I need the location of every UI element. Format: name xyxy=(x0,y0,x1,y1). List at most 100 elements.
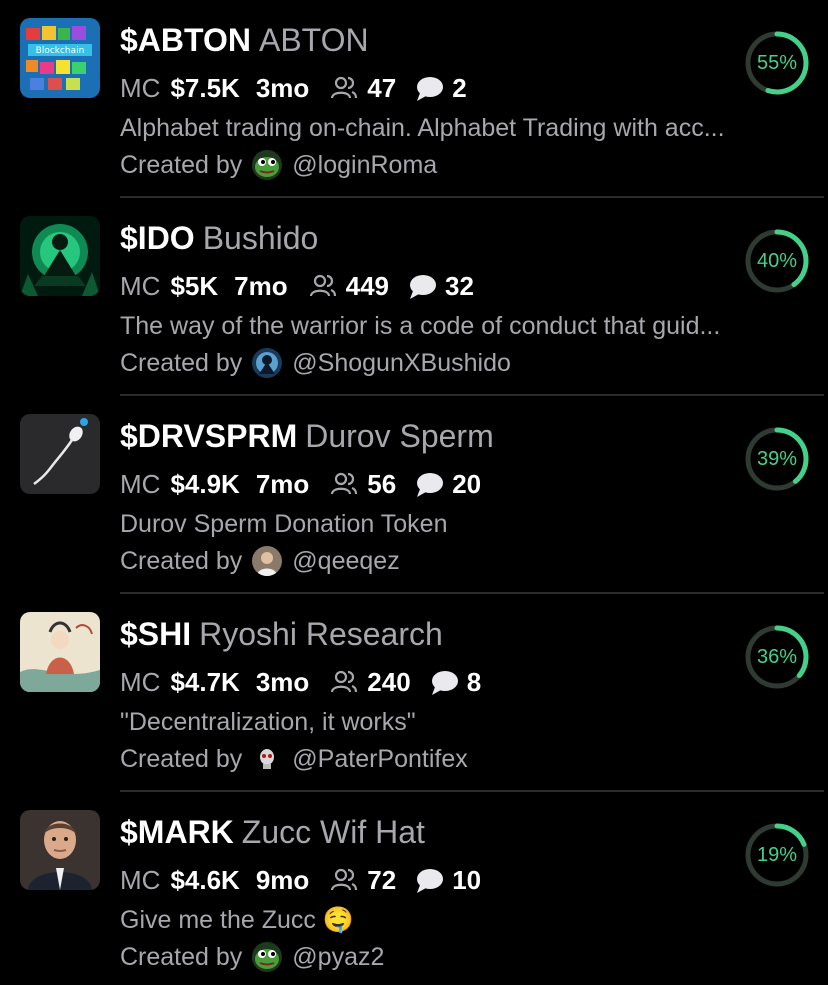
token-stats: MC $4.9K 7mo 56 20 xyxy=(120,466,481,502)
market-cap-value: $7.5K xyxy=(170,73,240,103)
token-description: The way of the warrior is a code of cond… xyxy=(120,312,721,340)
token-ticker[interactable]: $DRVSPRM xyxy=(120,418,297,454)
token-description: Alphabet trading on-chain. Alphabet Trad… xyxy=(120,114,725,142)
bonding-progress-ring: 55% xyxy=(744,30,810,96)
creator-line: Created by @PaterPontifex xyxy=(120,741,468,777)
holders-icon xyxy=(308,271,338,301)
market-cap-value: $4.6K xyxy=(170,865,240,895)
market-cap-label: MC xyxy=(120,865,161,895)
market-cap-value: $4.7K xyxy=(170,667,240,697)
token-description: "Decentralization, it works" xyxy=(120,708,416,736)
samurai-avatar xyxy=(252,348,283,378)
skull-avatar xyxy=(252,744,283,774)
token-stats: MC $7.5K 3mo 47 2 xyxy=(120,70,467,106)
bonding-progress-ring: 40% xyxy=(744,228,810,294)
bonding-progress-label: 40% xyxy=(756,250,798,272)
comment-icon xyxy=(407,271,437,301)
token-ticker[interactable]: $ABTON xyxy=(120,22,251,58)
creator-handle[interactable]: @qeeqez xyxy=(292,543,399,579)
created-by-label: Created by xyxy=(120,349,243,377)
bonding-progress-label: 55% xyxy=(756,52,798,74)
comment-count: 20 xyxy=(452,469,482,499)
token-title: $ABTON ABTON xyxy=(120,20,369,60)
created-by-label: Created by xyxy=(120,547,243,575)
token-row[interactable]: $MARK Zucc Wif Hat MC $4.6K 9mo 72 10 Giv… xyxy=(0,792,828,985)
token-stats: MC $4.6K 9mo 72 10 xyxy=(120,862,481,898)
token-age: 7mo xyxy=(255,469,310,499)
holders-icon xyxy=(329,469,359,499)
token-name: Durov Sperm xyxy=(305,418,494,454)
token-name: Ryoshi Research xyxy=(199,616,443,652)
pepe-frog-avatar xyxy=(252,150,283,180)
creator-handle[interactable]: @PaterPontifex xyxy=(292,741,467,777)
sperm-icon xyxy=(20,414,100,494)
token-name: Zucc Wif Hat xyxy=(241,814,425,850)
creator-line: Created by @loginRoma xyxy=(120,147,437,183)
zuckerberg-photo-icon xyxy=(20,810,100,890)
bonding-progress-ring: 39% xyxy=(744,426,810,492)
market-cap-label: MC xyxy=(120,469,161,499)
created-by-label: Created by xyxy=(120,151,243,179)
market-cap-label: MC xyxy=(120,271,161,301)
pepe-frog-avatar xyxy=(252,942,283,972)
creator-handle[interactable]: @loginRoma xyxy=(292,147,437,183)
creator-line: Created by @ShogunXBushido xyxy=(120,345,511,381)
created-by-label: Created by xyxy=(120,745,243,773)
bonding-progress-ring: 36% xyxy=(744,624,810,690)
comment-icon xyxy=(429,667,459,697)
bonding-progress-label: 36% xyxy=(756,646,798,668)
creator-line: Created by @qeeqez xyxy=(120,543,400,579)
token-age: 3mo xyxy=(255,667,310,697)
market-cap-label: MC xyxy=(120,73,161,103)
market-cap-value: $4.9K xyxy=(170,469,240,499)
token-name: Bushido xyxy=(202,220,319,256)
comment-icon xyxy=(414,469,444,499)
holders-icon xyxy=(329,865,359,895)
token-row[interactable]: Blockchain $ABTON ABTON MC $7.5K 3mo 47 2… xyxy=(0,0,828,198)
token-description: Durov Sperm Donation Token xyxy=(120,510,448,538)
token-name: ABTON xyxy=(258,22,369,58)
token-description: Give me the Zucc 🤤 xyxy=(120,906,354,934)
token-ticker[interactable]: $SHI xyxy=(120,616,191,652)
token-title: $DRVSPRM Durov Sperm xyxy=(120,416,494,456)
token-title: $MARK Zucc Wif Hat xyxy=(120,812,425,852)
token-stats: MC $5K 7mo 449 32 xyxy=(120,268,474,304)
token-age: 9mo xyxy=(255,865,310,895)
holders-count: 56 xyxy=(367,469,397,499)
person-avatar xyxy=(252,546,283,576)
comment-count: 10 xyxy=(452,865,482,895)
holders-count: 72 xyxy=(367,865,397,895)
japanese-painting-icon xyxy=(20,612,100,692)
created-by-label: Created by xyxy=(120,943,243,971)
token-stats: MC $4.7K 3mo 240 8 xyxy=(120,664,481,700)
token-title: $IDO Bushido xyxy=(120,218,318,258)
holders-icon xyxy=(329,73,359,103)
token-row[interactable]: $IDO Bushido MC $5K 7mo 449 32 The way of… xyxy=(0,198,828,396)
token-row[interactable]: $DRVSPRM Durov Sperm MC $4.9K 7mo 56 20 D… xyxy=(0,396,828,594)
blockchain-letters-icon: Blockchain xyxy=(20,18,100,98)
market-cap-value: $5K xyxy=(170,271,219,301)
token-title: $SHI Ryoshi Research xyxy=(120,614,443,654)
creator-line: Created by @pyaz2 xyxy=(120,939,384,975)
creator-handle[interactable]: @ShogunXBushido xyxy=(292,345,511,381)
svg-text:Blockchain: Blockchain xyxy=(36,46,85,56)
token-ticker[interactable]: $MARK xyxy=(120,814,234,850)
holders-count: 47 xyxy=(367,73,397,103)
comment-icon xyxy=(414,865,444,895)
token-age: 3mo xyxy=(255,73,310,103)
bonding-progress-ring: 19% xyxy=(744,822,810,888)
holders-icon xyxy=(329,667,359,697)
comment-count: 32 xyxy=(445,271,474,301)
token-row[interactable]: $SHI Ryoshi Research MC $4.7K 3mo 240 8 "… xyxy=(0,594,828,792)
creator-handle[interactable]: @pyaz2 xyxy=(292,939,384,975)
token-age: 7mo xyxy=(234,271,288,301)
token-ticker[interactable]: $IDO xyxy=(120,220,195,256)
bonding-progress-label: 19% xyxy=(756,844,798,866)
token-list: Blockchain $ABTON ABTON MC $7.5K 3mo 47 2… xyxy=(0,0,828,985)
market-cap-label: MC xyxy=(120,667,161,697)
comment-count: 2 xyxy=(452,73,467,103)
bonding-progress-label: 39% xyxy=(756,448,798,470)
samurai-glow-icon xyxy=(20,216,100,296)
holders-count: 240 xyxy=(367,667,411,697)
holders-count: 449 xyxy=(345,271,389,301)
